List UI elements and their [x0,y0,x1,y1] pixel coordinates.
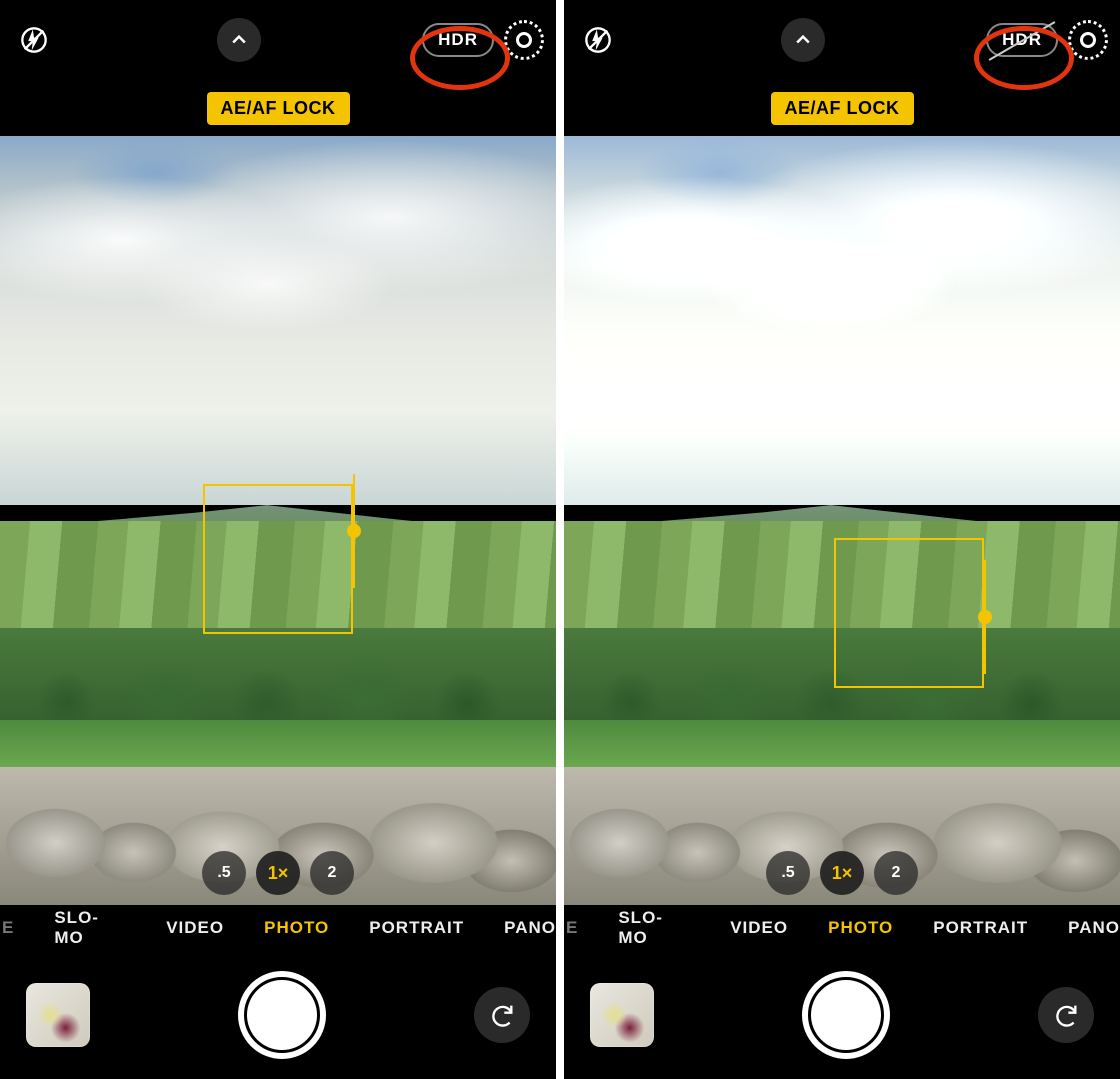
mode-timelapse-partial[interactable]: E [566,918,578,938]
flash-off-icon[interactable] [12,18,56,62]
zoom-1x[interactable]: 1× [820,851,864,895]
focus-indicator [834,538,984,688]
ae-af-lock-bar: AE/AF LOCK [0,80,556,136]
shutter-button[interactable] [238,971,326,1059]
top-controls: HDR [564,0,1120,80]
mode-video[interactable]: VIDEO [166,918,224,938]
switch-camera-button[interactable] [1038,987,1094,1043]
last-photo-thumbnail[interactable] [26,983,90,1047]
expand-controls-button[interactable] [217,18,261,62]
zoom-controls: .5 1× 2 [766,851,918,895]
mode-timelapse-partial[interactable]: E [2,918,14,938]
sky-region [564,136,1120,505]
ae-af-lock-bar: AE/AF LOCK [564,80,1120,136]
bottom-controls [0,951,556,1079]
sky-region [0,136,556,505]
zoom-1x[interactable]: 1× [256,851,300,895]
zoom-2x[interactable]: 2 [874,851,918,895]
ae-af-lock-badge: AE/AF LOCK [207,92,350,125]
hdr-toggle[interactable]: HDR [422,23,494,57]
focus-indicator [203,484,353,634]
last-photo-thumbnail[interactable] [590,983,654,1047]
hdr-disabled-slash-icon [989,21,1056,61]
mode-slomo[interactable]: SLO-MO [54,908,126,948]
zoom-0-5x[interactable]: .5 [766,851,810,895]
mode-pano[interactable]: PANO [504,918,556,938]
ae-af-lock-badge: AE/AF LOCK [771,92,914,125]
zoom-2x[interactable]: 2 [310,851,354,895]
bottom-controls [564,951,1120,1079]
hdr-toggle[interactable]: HDR [986,23,1058,57]
viewfinder[interactable]: .5 1× 2 [0,136,556,905]
mode-selector[interactable]: E SLO-MO VIDEO PHOTO PORTRAIT PANO [564,905,1120,951]
hdr-label: HDR [438,30,478,50]
mode-portrait[interactable]: PORTRAIT [933,918,1028,938]
shutter-button[interactable] [802,971,890,1059]
switch-camera-button[interactable] [474,987,530,1043]
live-photo-toggle[interactable] [1068,20,1108,60]
mode-selector[interactable]: E SLO-MO VIDEO PHOTO PORTRAIT PANO [0,905,556,951]
flash-off-icon[interactable] [576,18,620,62]
viewfinder[interactable]: .5 1× 2 [564,136,1120,905]
live-photo-toggle[interactable] [504,20,544,60]
mode-photo[interactable]: PHOTO [264,918,329,938]
mode-video[interactable]: VIDEO [730,918,788,938]
mode-slomo[interactable]: SLO-MO [618,908,690,948]
camera-screenshot-left: HDR AE/AF LOCK .5 1× 2 E SLO-MO VIDEO PH… [0,0,556,1079]
zoom-0-5x[interactable]: .5 [202,851,246,895]
camera-screenshot-right: HDR AE/AF LOCK .5 1× 2 E SLO-MO VIDEO PH… [564,0,1120,1079]
mode-portrait[interactable]: PORTRAIT [369,918,464,938]
mode-photo[interactable]: PHOTO [828,918,893,938]
expand-controls-button[interactable] [781,18,825,62]
top-controls: HDR [0,0,556,80]
zoom-controls: .5 1× 2 [202,851,354,895]
mode-pano[interactable]: PANO [1068,918,1120,938]
